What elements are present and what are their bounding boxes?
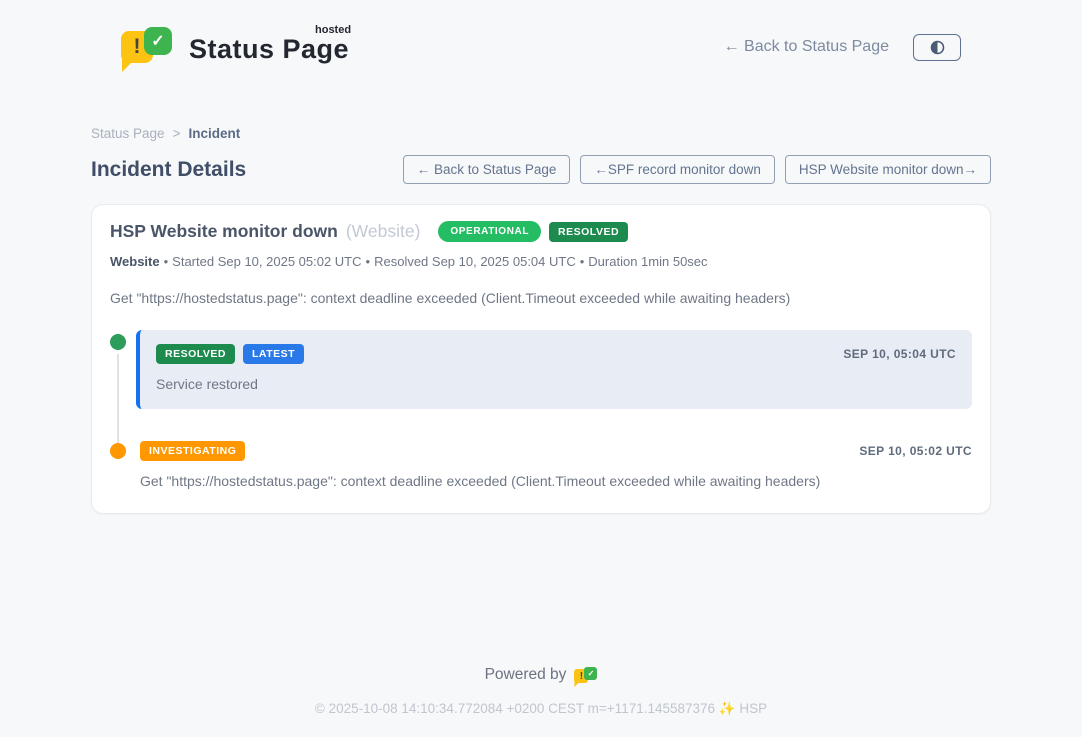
incident-meta: Website•Started Sep 10, 2025 05:02 UTC•R… [110,254,972,269]
prev-incident-button[interactable]: ←SPF record monitor down [580,155,775,184]
next-incident-button[interactable]: HSP Website monitor down→ [785,155,991,184]
investigating-badge: INVESTIGATING [140,441,245,461]
timeline-entry: INVESTIGATING SEP 10, 05:02 UTC Get "htt… [136,439,972,489]
brand-name: Status Page [189,34,349,64]
main-content: Status Page > Incident Incident Details … [91,78,991,665]
timeline-timestamp: SEP 10, 05:04 UTC [843,347,956,361]
resolved-badge: RESOLVED [156,344,235,364]
header-right: ← Back to Status Page [724,34,961,61]
breadcrumb-separator: > [173,126,181,141]
orange-dot-icon [110,443,126,459]
header: ! ✓ Status Page hosted ← Back to Status … [91,0,991,78]
incident-nav-buttons: ← Back to Status Page ←SPF record monito… [403,155,991,184]
meta-separator: • [580,254,585,269]
green-dot-icon [110,334,126,350]
logo-text: Status Page hosted [189,24,349,65]
incident-card: HSP Website monitor down (Website) OPERA… [91,204,991,514]
timeline-item-resolved: RESOLVED LATEST SEP 10, 05:04 UTC Servic… [110,330,972,409]
timeline-entry-header: INVESTIGATING SEP 10, 05:02 UTC [140,441,972,461]
meta-separator: • [164,254,169,269]
page: ! ✓ Status Page hosted ← Back to Status … [0,0,1082,737]
theme-toggle-button[interactable] [913,34,961,61]
timeline-dot-column [110,439,126,489]
footer: Powered by ! ✓ © 2025-10-08 14:10:34.772… [0,665,1082,737]
timeline-entry-header: RESOLVED LATEST SEP 10, 05:04 UTC [156,344,956,364]
latest-badge: LATEST [243,344,304,364]
check-icon: ✓ [584,667,597,680]
check-icon: ✓ [144,27,172,55]
timeline-badges: RESOLVED LATEST [156,344,304,364]
operational-status-badge: OPERATIONAL [438,221,541,242]
powered-by-label: Powered by [485,666,567,684]
incident-description: Get "https://hostedstatus.page": context… [110,290,972,306]
title-row: Incident Details ← Back to Status Page ←… [91,155,991,184]
timeline-dot-column [110,330,126,409]
timeline-badges: INVESTIGATING [140,441,245,461]
breadcrumb: Status Page > Incident [91,126,991,141]
copyright-text: © 2025-10-08 14:10:34.772084 +0200 CEST … [0,701,1082,717]
incident-title-row: HSP Website monitor down (Website) OPERA… [110,221,972,242]
incident-component: (Website) [346,221,421,242]
timeline-item-investigating: INVESTIGATING SEP 10, 05:02 UTC Get "htt… [110,439,972,489]
meta-resolved: Resolved Sep 10, 2025 05:04 UTC [374,254,576,269]
meta-duration: Duration 1min 50sec [588,254,707,269]
back-to-status-page-link[interactable]: ← Back to Status Page [724,38,889,56]
logo-mark-icon: ! ✓ [121,24,177,70]
breadcrumb-status-page[interactable]: Status Page [91,126,165,141]
timeline-message: Service restored [156,376,956,392]
breadcrumb-incident: Incident [188,126,240,141]
page-title: Incident Details [91,158,246,182]
resolved-status-badge: RESOLVED [549,222,628,242]
timeline-entry-latest: RESOLVED LATEST SEP 10, 05:04 UTC Servic… [136,330,972,409]
back-to-status-page-button[interactable]: ← Back to Status Page [403,155,571,184]
app-logo[interactable]: ! ✓ Status Page hosted [121,24,349,70]
meta-component: Website [110,254,160,269]
powered-by-link[interactable]: Powered by ! ✓ [485,665,598,685]
footer-logo-icon: ! ✓ [574,665,597,685]
timeline-timestamp: SEP 10, 05:02 UTC [859,444,972,458]
contrast-icon [929,39,946,56]
timeline-message: Get "https://hostedstatus.page": context… [140,473,972,489]
incident-title: HSP Website monitor down [110,221,338,242]
meta-started: Started Sep 10, 2025 05:02 UTC [172,254,361,269]
brand-superscript: hosted [315,24,351,36]
incident-timeline: RESOLVED LATEST SEP 10, 05:04 UTC Servic… [110,330,972,489]
meta-separator: • [366,254,371,269]
